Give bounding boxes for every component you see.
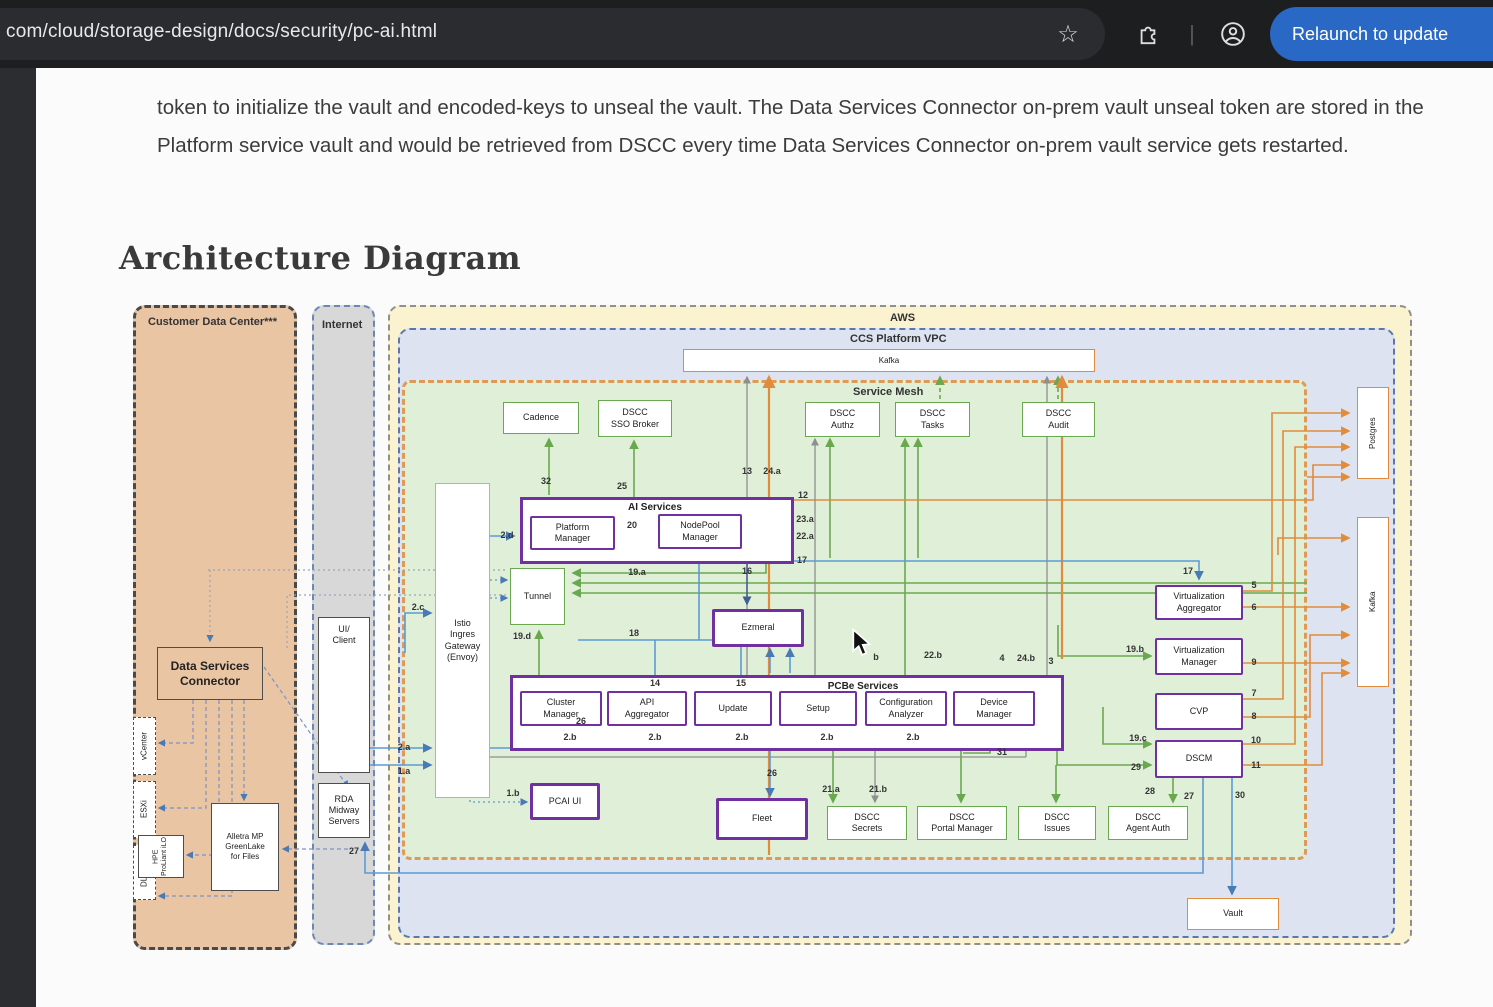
box-virtualization-manager: Virtualization Manager	[1155, 638, 1243, 675]
toolbar-divider: |	[1185, 0, 1199, 68]
box-dscc-authz: DSCC Authz	[805, 402, 880, 437]
box-esxi: ESXi	[133, 781, 156, 838]
box-vault: Vault	[1187, 898, 1279, 930]
url-text: com/cloud/storage-design/docs/security/p…	[6, 21, 437, 43]
box-istio-gateway: Istio Ingres Gateway (Envoy)	[435, 483, 490, 798]
box-dscc-agent-auth: DSCC Agent Auth	[1108, 806, 1188, 840]
window-edge	[0, 68, 36, 1007]
box-ui-client: UI/ Client	[318, 617, 370, 773]
box-dscc-sso-broker: DSCC SSO Broker	[598, 400, 672, 437]
architecture-diagram: Customer Data Center*** Internet AWS CCS…	[118, 295, 1428, 957]
extensions-icon[interactable]	[1130, 0, 1166, 68]
relaunch-label: Relaunch to update	[1292, 24, 1448, 45]
box-kafka-top: Kafka	[683, 349, 1095, 372]
box-ezmeral: Ezmeral	[712, 609, 804, 647]
box-nodepool-manager: NodePool Manager	[658, 514, 742, 549]
box-device-manager: Device Manager	[953, 691, 1035, 726]
box-dscc-audit: DSCC Audit	[1022, 402, 1095, 437]
puzzle-icon	[1137, 23, 1159, 45]
box-hpe-proliant-ilo: HPE ProLiant iLO	[138, 835, 184, 878]
box-rda-midway-servers: RDA Midway Servers	[318, 783, 370, 838]
box-fleet: Fleet	[716, 798, 808, 840]
box-cvp: CVP	[1155, 693, 1243, 730]
ai-services-title: AI Services	[628, 502, 682, 513]
box-cluster-manager: Cluster Manager	[520, 691, 602, 726]
box-platform-manager: Platform Manager	[530, 516, 615, 550]
person-icon	[1220, 21, 1246, 47]
box-api-aggregator: API Aggregator	[607, 691, 687, 726]
mouse-cursor	[849, 628, 875, 663]
address-bar[interactable]: com/cloud/storage-design/docs/security/p…	[0, 8, 1105, 60]
box-dscc-portal-manager: DSCC Portal Manager	[917, 806, 1007, 840]
box-dscc-tasks: DSCC Tasks	[895, 402, 970, 437]
profile-icon[interactable]	[1215, 0, 1251, 68]
body-paragraph: token to initialize the vault and encode…	[157, 89, 1437, 165]
box-setup: Setup	[779, 691, 857, 726]
box-postgres: Postgres	[1357, 387, 1389, 479]
box-alletra-mp-greenlake: Alletra MP GreenLake for Files	[211, 803, 279, 891]
box-kafka-right: Kafka	[1357, 517, 1389, 687]
box-virtualization-aggregator: Virtualization Aggregator	[1155, 585, 1243, 620]
box-config-analyzer: Configuration Analyzer	[865, 691, 947, 726]
box-dscc-secrets: DSCC Secrets	[827, 806, 907, 840]
box-tunnel: Tunnel	[510, 568, 565, 625]
browser-toolbar: com/cloud/storage-design/docs/security/p…	[0, 0, 1493, 68]
box-vcenter: vCenter	[133, 717, 156, 775]
relaunch-button[interactable]: Relaunch to update	[1270, 7, 1493, 61]
box-dscc-issues: DSCC Issues	[1018, 806, 1096, 840]
box-pcai-ui: PCAI UI	[530, 783, 600, 820]
box-cadence: Cadence	[503, 402, 579, 434]
box-dscm: DSCM	[1155, 740, 1243, 778]
page-title: Architecture Diagram	[119, 239, 521, 277]
box-data-services-connector: Data Services Connector	[157, 647, 263, 700]
box-update: Update	[694, 691, 772, 726]
bookmark-star-icon[interactable]: ☆	[1050, 0, 1086, 68]
